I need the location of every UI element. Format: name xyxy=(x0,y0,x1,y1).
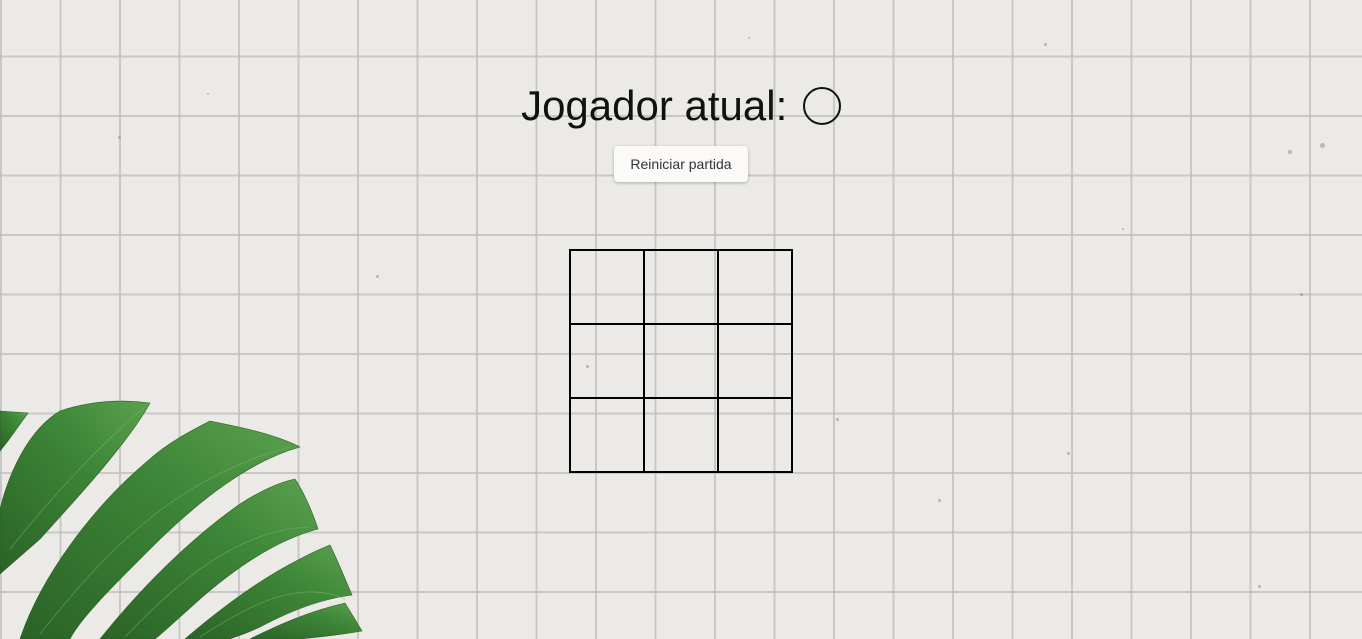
speckle xyxy=(938,499,941,502)
speckle xyxy=(836,418,839,421)
speckle xyxy=(1320,143,1325,148)
speckle xyxy=(1044,43,1047,46)
speckle xyxy=(376,275,379,278)
circle-icon xyxy=(802,87,841,125)
board-cell[interactable] xyxy=(645,399,719,473)
board-cell[interactable] xyxy=(571,399,645,473)
speckle xyxy=(1122,228,1124,230)
speckle xyxy=(1258,585,1261,588)
restart-game-button[interactable]: Reiniciar partida xyxy=(614,146,748,182)
speckle xyxy=(118,136,121,139)
board-cell[interactable] xyxy=(645,251,719,325)
board-cell[interactable] xyxy=(719,325,793,399)
monstera-leaf-icon xyxy=(0,400,363,639)
board-cell[interactable] xyxy=(719,399,793,473)
board-cell[interactable] xyxy=(571,251,645,325)
speckle xyxy=(1067,452,1070,455)
status-label: Jogador atual: xyxy=(521,82,788,129)
board-cell[interactable] xyxy=(719,251,793,325)
board-cell[interactable] xyxy=(645,325,719,399)
game-board xyxy=(569,249,793,473)
board-cell[interactable] xyxy=(571,325,645,399)
speckle xyxy=(748,37,750,39)
speckle xyxy=(1300,293,1303,296)
current-player-status: Jogador atual: xyxy=(0,82,1362,130)
speckle xyxy=(1288,150,1292,154)
